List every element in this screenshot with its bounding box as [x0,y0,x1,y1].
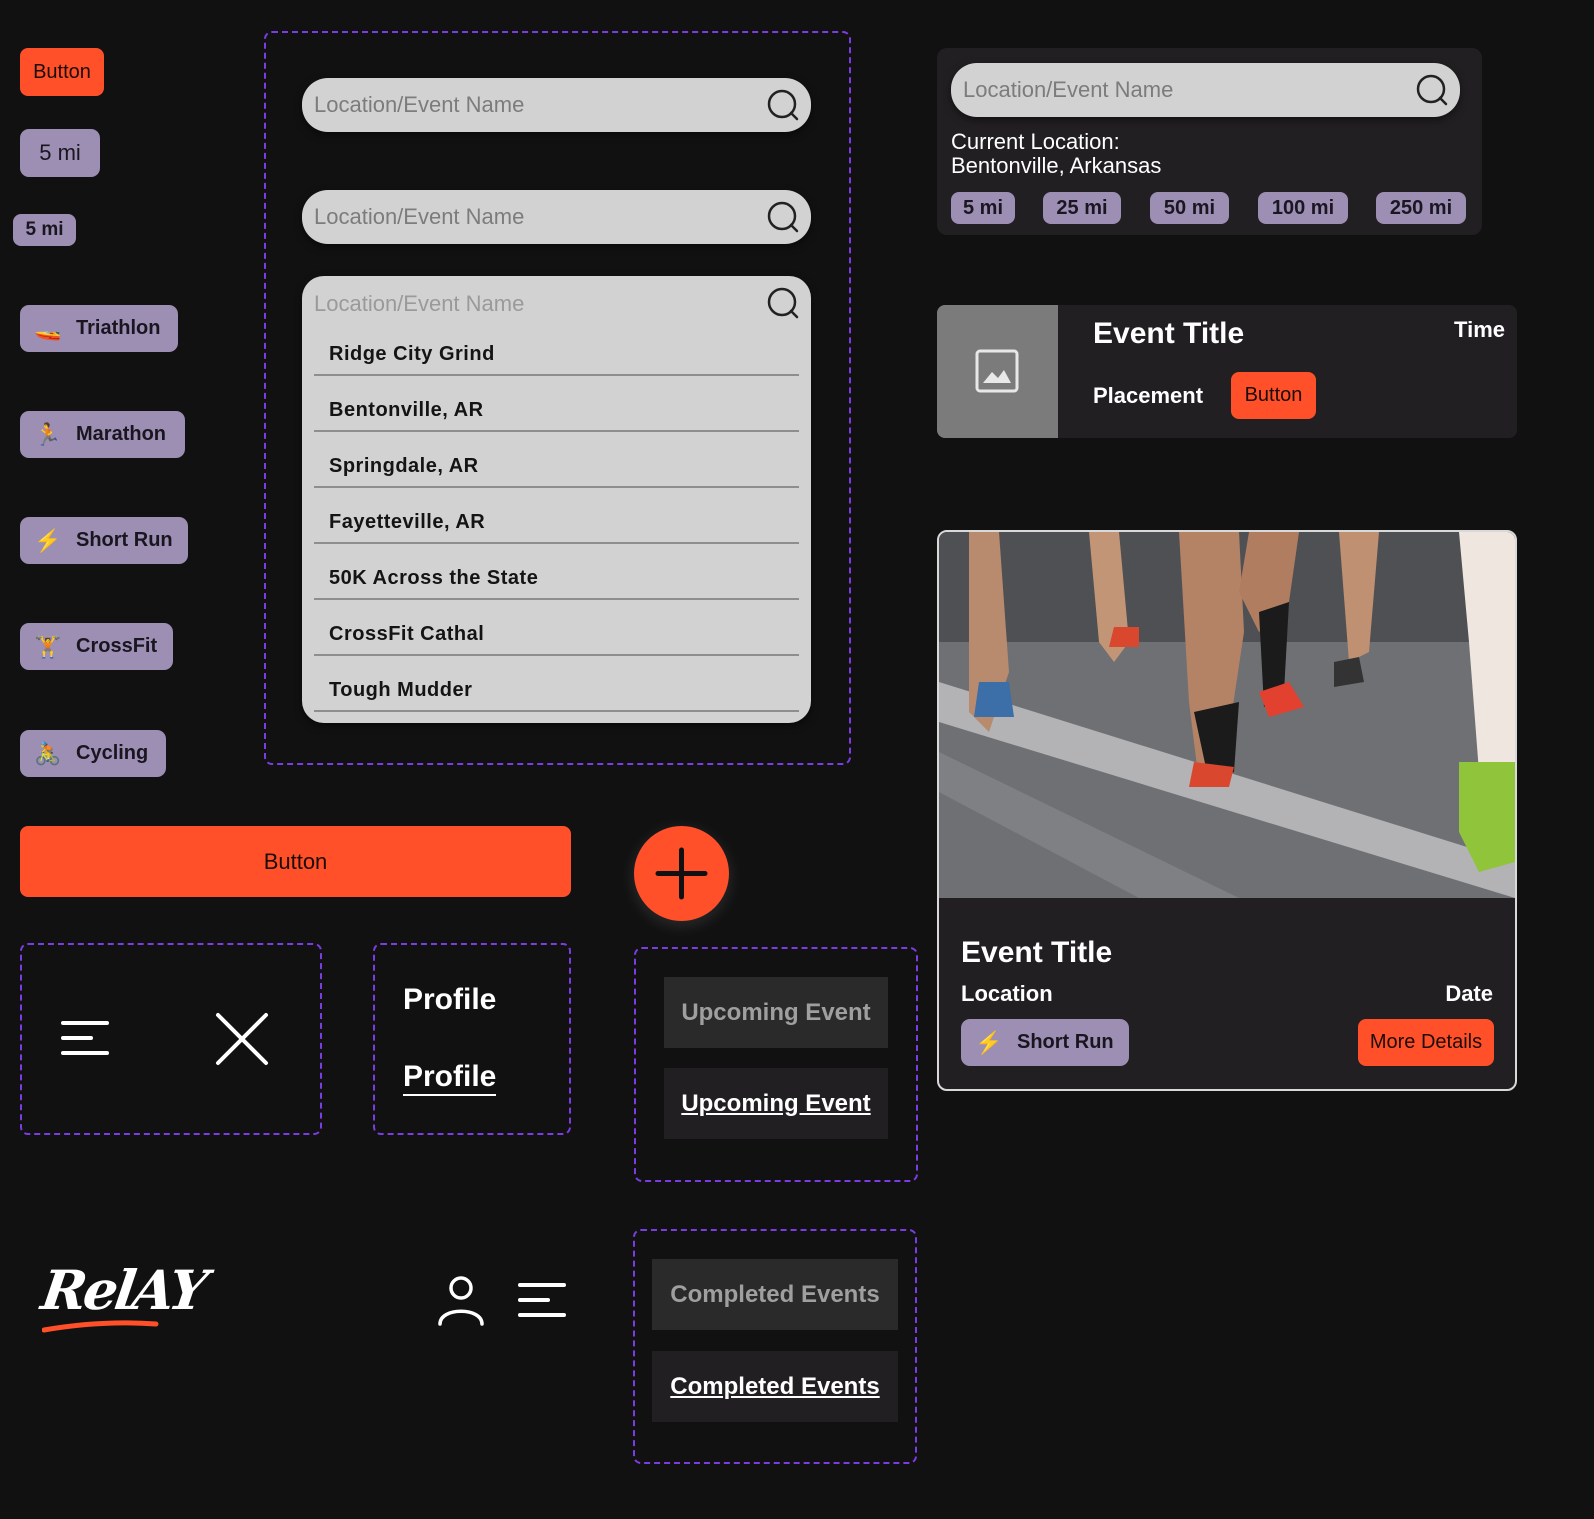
weightlifter-icon: 🏋 [34,633,62,659]
search-icon[interactable] [767,89,799,121]
triathlon-icon: 🚤 [34,315,62,341]
lightning-icon: ⚡ [34,527,62,553]
dropdown-item[interactable]: Bentonville, AR [314,376,799,432]
category-chip-short-run[interactable]: ⚡ Short Run [20,517,188,564]
event-photo [939,532,1515,898]
user-icon[interactable] [437,1275,485,1327]
result-time: Time [1454,317,1505,342]
dropdown-item[interactable]: CrossFit Cathal [314,600,799,656]
tab-completed-default[interactable]: Completed Events [652,1259,898,1330]
tab-upcoming-active[interactable]: Upcoming Event [664,1068,888,1139]
event-date: Date [1445,981,1493,1006]
more-details-button[interactable]: More Details [1358,1019,1494,1066]
distance-chip-small[interactable]: 5 mi [13,214,76,246]
category-label: Cycling [76,742,149,764]
current-location-value: Bentonville, Arkansas [951,153,1162,178]
search-icon[interactable] [1416,74,1448,106]
current-location-label: Current Location: [951,129,1120,154]
search-placeholder: Location/Event Name [314,92,525,117]
dropdown-item[interactable]: Springdale, AR [314,432,799,488]
search-dropdown[interactable]: Location/Event Name Ridge City Grind Ben… [302,276,811,723]
category-chip-marathon[interactable]: 🏃 Marathon [20,411,185,458]
logo-swoosh [42,1320,159,1333]
runner-icon: 🏃 [34,421,62,447]
wide-button[interactable]: Button [20,826,571,897]
distance-chip-50[interactable]: 50 mi [1150,192,1229,224]
menu-icon[interactable] [61,1020,109,1056]
search-bar-default[interactable]: Location/Event Name [302,78,811,132]
category-chip-cycling[interactable]: 🚴 Cycling [20,730,166,777]
distance-chip-25[interactable]: 25 mi [1043,192,1121,224]
result-placement: Placement [1093,383,1204,408]
dropdown-item[interactable]: Tough Mudder [314,656,799,712]
result-title: Event Title [1093,317,1245,350]
search-bar-hover[interactable]: Location/Event Name [302,190,811,244]
category-label: Short Run [76,529,173,551]
cyclist-icon: 🚴 [34,740,62,766]
lightning-icon: ⚡ [975,1029,1003,1055]
distance-chip-5[interactable]: 5 mi [951,192,1015,224]
event-tag-short-run[interactable]: ⚡ Short Run [961,1019,1129,1066]
plus-icon [655,847,708,900]
event-tag-label: Short Run [1017,1031,1114,1053]
dropdown-item[interactable]: 50K Across the State [314,544,799,600]
profile-link-active[interactable]: Profile [403,1060,497,1096]
search-icon[interactable] [767,201,799,233]
category-chip-crossfit[interactable]: 🏋 CrossFit [20,623,173,670]
search-icon[interactable] [767,287,799,319]
tab-completed-active[interactable]: Completed Events [652,1351,898,1422]
result-card[interactable]: Event Title Time Placement Button [937,305,1517,438]
menu-icon[interactable] [518,1282,566,1318]
search-placeholder: Location/Event Name [314,204,525,229]
profile-link-default[interactable]: Profile [403,983,496,1017]
event-card[interactable]: Event Title Location Date ⚡ Short Run Mo… [937,530,1517,1091]
tab-upcoming-default[interactable]: Upcoming Event [664,977,888,1048]
category-label: CrossFit [76,635,158,657]
image-placeholder [937,305,1058,438]
result-card-button[interactable]: Button [1231,372,1316,419]
search-placeholder: Location/Event Name [314,291,525,316]
dropdown-item[interactable]: Fayetteville, AR [314,488,799,544]
relay-logo[interactable]: RelAY [38,1258,209,1338]
image-icon [975,349,1019,393]
profile-link-frame [373,943,571,1135]
small-button[interactable]: Button [20,48,104,96]
distance-chip-large[interactable]: 5 mi [20,129,100,177]
event-location: Location [961,981,1053,1006]
search-placeholder: Location/Event Name [963,77,1174,102]
search-bar[interactable]: Location/Event Name [951,63,1460,117]
close-icon[interactable] [215,1012,269,1066]
distance-chip-250[interactable]: 250 mi [1376,192,1466,224]
category-chip-triathlon[interactable]: 🚤 Triathlon [20,305,178,352]
category-label: Triathlon [76,317,161,339]
distance-chip-100[interactable]: 100 mi [1258,192,1348,224]
dropdown-item[interactable]: Ridge City Grind [314,320,799,376]
event-title: Event Title [961,936,1113,969]
logo-text: RelAY [37,1258,210,1322]
add-fab-button[interactable] [634,826,729,921]
category-label: Marathon [76,423,166,445]
